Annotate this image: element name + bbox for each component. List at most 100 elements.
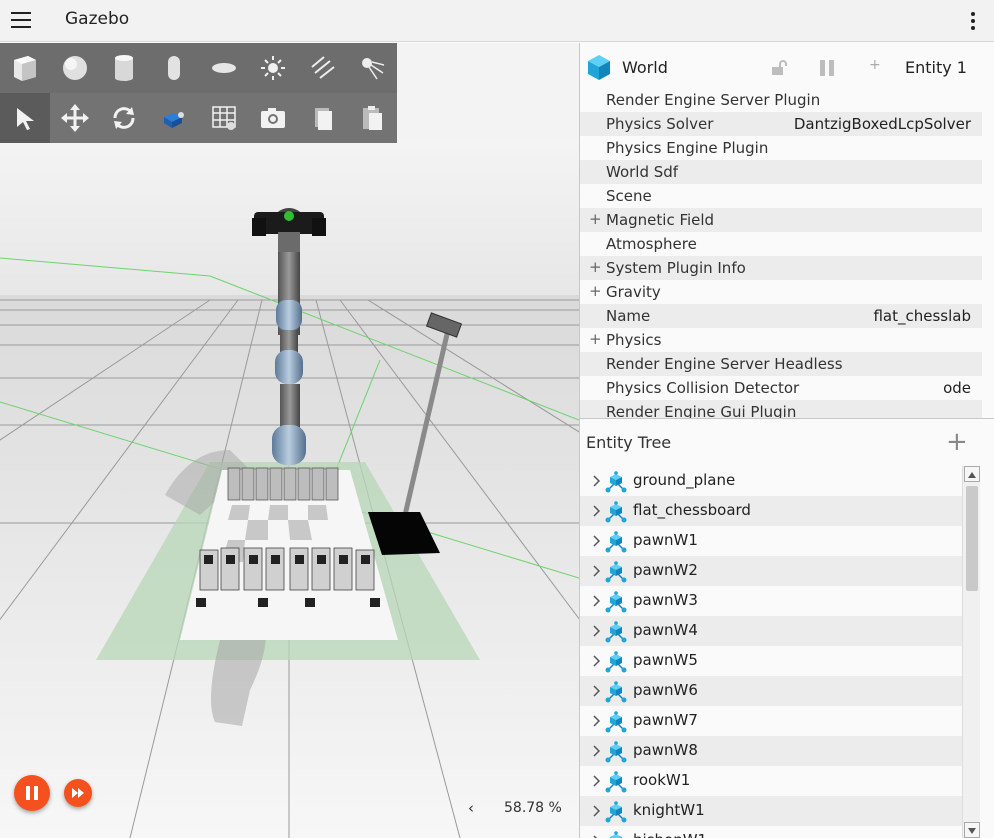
expand-icon[interactable]: + [589, 258, 602, 276]
component-row: Name flat_chesslab [580, 304, 982, 328]
chevron-right-icon[interactable] [592, 535, 600, 547]
chevron-right-icon[interactable] [592, 745, 600, 757]
transform-control-icon[interactable] [149, 93, 199, 143]
model-icon [605, 651, 627, 673]
entity-name: ground_plane [633, 471, 736, 489]
chevron-right-icon[interactable] [592, 475, 600, 487]
chevron-right-icon[interactable] [592, 655, 600, 667]
component-value: flat_chesslab [873, 307, 971, 325]
capsule-icon[interactable] [149, 43, 199, 93]
component-value: DantzigBoxedLcpSolver [793, 115, 971, 133]
entity-tree-item[interactable]: flat_chessboard [580, 496, 962, 526]
chevron-right-icon[interactable] [592, 625, 600, 637]
sphere-icon[interactable] [50, 43, 100, 93]
component-row: Physics Engine Plugin [580, 136, 982, 160]
scroll-down-arrow-icon[interactable] [964, 822, 980, 838]
entity-name: rookW1 [633, 771, 691, 789]
step-forward-button[interactable] [64, 779, 92, 807]
pause-button[interactable] [14, 775, 50, 811]
expand-icon[interactable]: + [589, 282, 602, 300]
right-panel: World + Entity 1 Render Engine Server Pl… [579, 43, 994, 838]
select-icon[interactable] [0, 93, 50, 143]
component-row[interactable]: + Magnetic Field [580, 208, 982, 232]
ellipsoid-icon[interactable] [199, 43, 249, 93]
add-component-icon[interactable]: + [869, 57, 881, 73]
chevron-right-icon[interactable] [592, 715, 600, 727]
entity-tree-item[interactable]: pawnW6 [580, 676, 962, 706]
entity-tree-item[interactable]: pawnW7 [580, 706, 962, 736]
entity-tree-item[interactable]: bishopW1 [580, 826, 962, 838]
add-entity-icon[interactable]: + [946, 429, 968, 455]
chevron-right-icon[interactable] [592, 805, 600, 817]
collapse-stats-button[interactable]: ‹ [468, 799, 482, 819]
component-row[interactable]: + Gravity [580, 280, 982, 304]
entity-name: pawnW5 [633, 651, 698, 669]
chevron-right-icon[interactable] [592, 775, 600, 787]
entity-type-label: World [622, 58, 668, 77]
model-icon [605, 711, 627, 733]
title-bar: Gazebo [0, 0, 994, 42]
fast-forward-icon [72, 788, 84, 798]
component-name: Atmosphere [606, 235, 697, 253]
model-icon [605, 591, 627, 613]
chevron-right-icon[interactable] [592, 565, 600, 577]
component-name: System Plugin Info [606, 259, 746, 277]
entity-name: knightW1 [633, 801, 705, 819]
entity-tree-item[interactable]: pawnW3 [580, 586, 962, 616]
expand-icon[interactable]: + [589, 330, 602, 348]
component-value: ode [943, 379, 971, 397]
model-icon [605, 621, 627, 643]
component-inspector-header: World + Entity 1 [580, 43, 994, 90]
component-row: Physics Solver DantzigBoxedLcpSolver [580, 112, 982, 136]
real-time-factor: 58.78 % [504, 800, 562, 816]
entity-tree-item[interactable]: pawnW1 [580, 526, 962, 556]
chevron-right-icon[interactable] [592, 595, 600, 607]
box-icon[interactable] [0, 43, 50, 93]
entity-name: pawnW2 [633, 561, 698, 579]
rotate-icon[interactable] [99, 93, 149, 143]
panel-splitter[interactable] [580, 418, 994, 419]
component-row[interactable]: + System Plugin Info [580, 256, 982, 280]
entity-tree-item[interactable]: pawnW5 [580, 646, 962, 676]
entity-tree-item[interactable]: pawnW8 [580, 736, 962, 766]
component-list: Render Engine Server Plugin Physics Solve… [580, 88, 994, 418]
component-row: Scene [580, 184, 982, 208]
app-title: Gazebo [65, 9, 130, 29]
scene-render [0, 43, 579, 838]
directional-light-icon[interactable] [298, 43, 348, 93]
component-name: Magnetic Field [606, 211, 715, 229]
entity-name: flat_chessboard [633, 501, 751, 519]
model-icon [605, 771, 627, 793]
hamburger-menu-icon[interactable] [10, 10, 32, 30]
paste-icon[interactable] [347, 93, 397, 143]
component-row: Render Engine Server Plugin [580, 88, 982, 112]
model-icon [605, 741, 627, 763]
scene-3d-viewport[interactable]: ‹ 58.78 % [0, 43, 579, 838]
translate-icon[interactable] [50, 93, 100, 143]
spot-light-icon[interactable] [347, 43, 397, 93]
shape-toolbar [0, 43, 397, 93]
grid-config-icon[interactable] [199, 93, 249, 143]
entity-tree-item[interactable]: rookW1 [580, 766, 962, 796]
component-name: Physics Engine Plugin [606, 139, 769, 157]
unlock-icon[interactable] [770, 59, 788, 77]
point-light-icon[interactable] [248, 43, 298, 93]
chevron-right-icon[interactable] [592, 505, 600, 517]
entity-tree-scrollbar[interactable] [962, 466, 980, 838]
scroll-up-arrow-icon[interactable] [964, 466, 980, 482]
expand-icon[interactable]: + [589, 210, 602, 228]
component-row[interactable]: + Physics [580, 328, 982, 352]
entity-tree-item[interactable]: ground_plane [580, 466, 962, 496]
entity-tree-item[interactable]: pawnW4 [580, 616, 962, 646]
entity-name: pawnW4 [633, 621, 698, 639]
screenshot-icon[interactable] [248, 93, 298, 143]
scroll-thumb[interactable] [966, 486, 978, 591]
cylinder-icon[interactable] [99, 43, 149, 93]
world-cube-icon [588, 55, 610, 80]
more-options-icon[interactable] [964, 10, 982, 32]
pause-updates-icon[interactable] [818, 59, 836, 77]
chevron-right-icon[interactable] [592, 685, 600, 697]
copy-icon[interactable] [298, 93, 348, 143]
entity-tree-item[interactable]: pawnW2 [580, 556, 962, 586]
entity-tree-item[interactable]: knightW1 [580, 796, 962, 826]
